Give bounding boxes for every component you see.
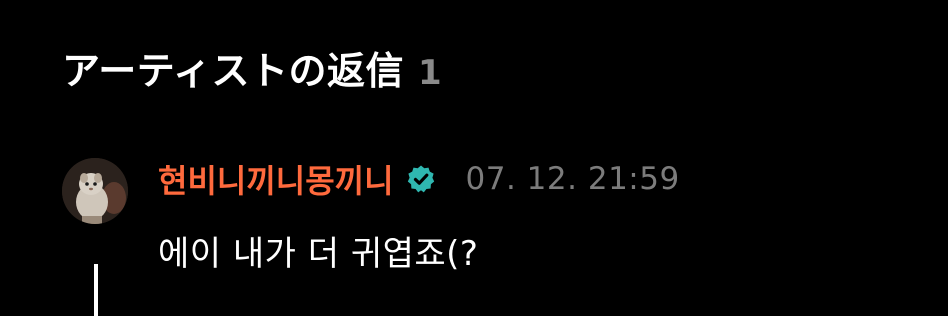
section-header: アーティストの返信 1	[62, 40, 442, 95]
comment-text: 에이 내가 더 귀엽죠(?	[158, 234, 479, 274]
author-name[interactable]: 현비니끼니몽끼니	[158, 156, 394, 202]
thread-line	[94, 264, 98, 316]
verified-check-icon	[406, 164, 436, 194]
artist-replies-panel: アーティストの返信 1 현비니끼니몽끼니 07. 12. 21:59 에이 내가…	[0, 0, 948, 316]
comment-timestamp: 07. 12. 21:59	[465, 161, 680, 197]
user-avatar-photo	[62, 158, 128, 224]
author-avatar[interactable]	[62, 158, 128, 224]
section-title: アーティストの返信	[62, 49, 404, 93]
reply-count: 1	[417, 53, 442, 93]
comment-meta: 현비니끼니몽끼니 07. 12. 21:59	[158, 156, 680, 202]
